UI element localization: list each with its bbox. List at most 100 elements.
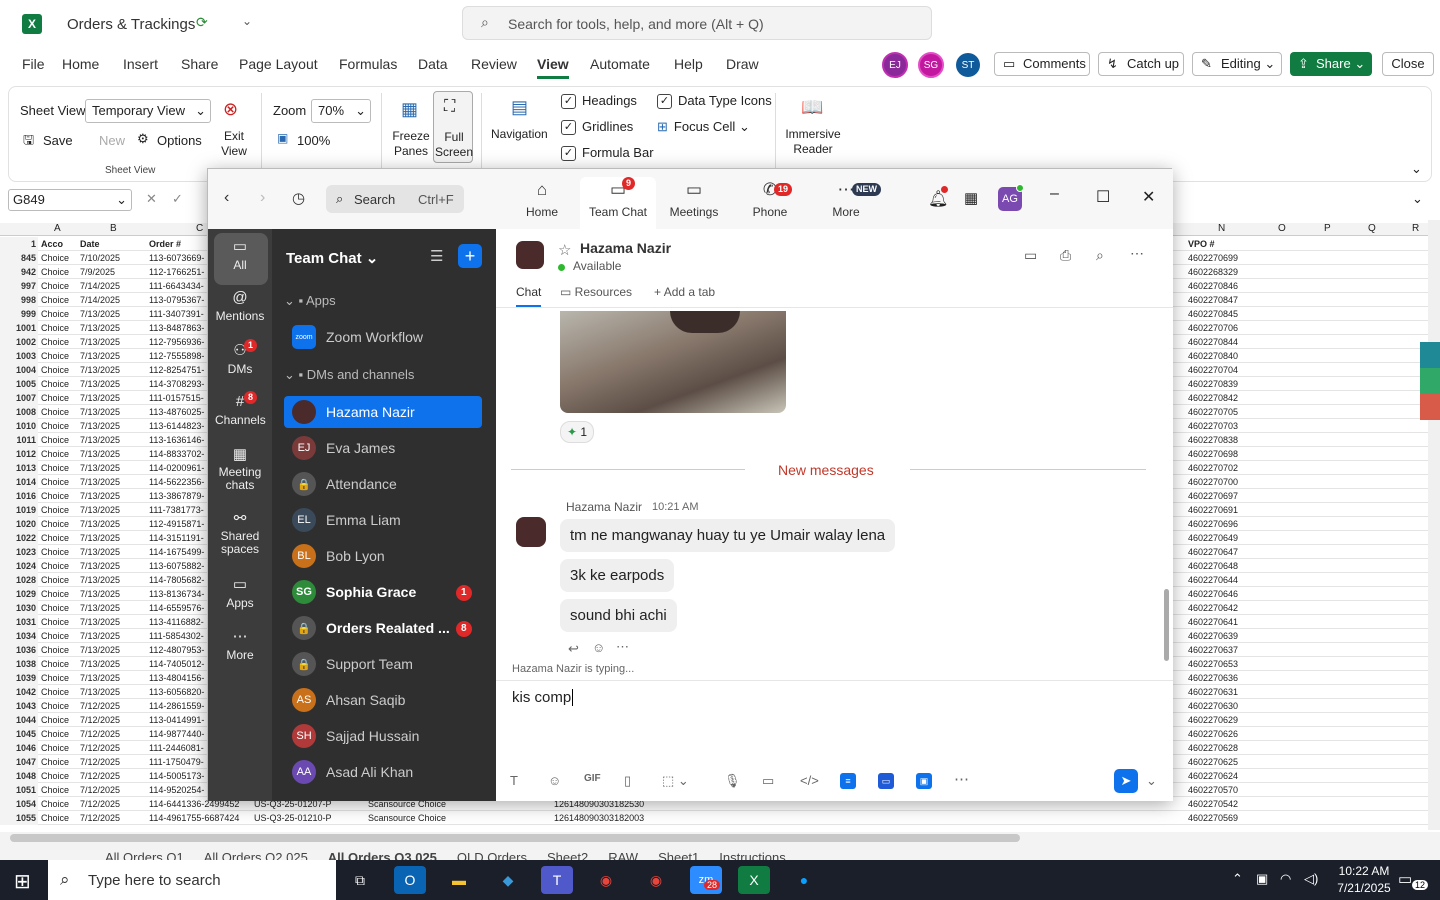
volume-icon[interactable]: ◁) [1304,871,1318,887]
table-cell[interactable]: 7/12/2025 [80,713,120,727]
contact-avatar[interactable] [516,241,544,269]
table-cell[interactable]: 7/13/2025 [80,461,120,475]
list-title[interactable]: Team Chat ⌄ [286,249,378,267]
taskbar-search[interactable]: ⌕ Type here to search [48,860,336,900]
zoom-100-button[interactable]: 100% [297,133,330,148]
gridlines-checkbox[interactable]: ✓ Gridlines [561,119,633,136]
file-icon[interactable]: ▯ [624,773,631,789]
table-cell[interactable]: 111-5854302- [149,629,204,643]
list-item[interactable]: EJ Eva James [284,432,484,464]
table-cell[interactable]: 4602270628 [1188,741,1238,755]
table-cell[interactable]: 114-4961755-6687424 [149,811,239,825]
file-explorer-icon[interactable]: ▬ [443,866,475,894]
list-item[interactable]: Hazama Nazir [284,396,482,428]
avatar-st[interactable]: ST [956,53,980,77]
col-c[interactable]: C [196,223,203,234]
table-cell[interactable]: 114-0200961- [149,461,204,475]
table-cell[interactable]: 7/13/2025 [80,447,120,461]
format-text-icon[interactable]: T [510,773,518,788]
tab-team-chat[interactable]: ▭ Team Chat 9 [580,177,656,229]
zoom-search[interactable]: ⌕ Search Ctrl+F [326,185,464,213]
table-cell[interactable]: Choice [41,419,69,433]
save-view-button[interactable]: Save [43,133,73,148]
windows-start-icon[interactable]: ⊞ [14,869,31,894]
menu-home[interactable]: Home [62,56,99,72]
table-cell[interactable]: 113-6073669- [149,251,204,265]
table-cell[interactable]: 111-6643434- [149,279,204,293]
rail-shared-spaces[interactable]: ⚯ Shared spaces [208,509,272,556]
table-cell[interactable]: 7/13/2025 [80,657,120,671]
message-bubble[interactable]: sound bhi achi [560,599,677,632]
table-cell[interactable]: 114-9877440- [149,727,204,741]
table-cell[interactable]: Choice [41,615,69,629]
table-cell[interactable]: 114-3151191- [149,531,204,545]
table-cell[interactable]: Choice [41,265,69,279]
table-cell[interactable]: 113-6075882- [149,559,204,573]
menu-data[interactable]: Data [418,56,448,72]
table-cell[interactable]: 114-5005173- [149,769,204,783]
table-cell[interactable]: 4602270569 [1188,811,1238,825]
table-cell[interactable]: 114-3708293- [149,377,204,391]
comments-button[interactable]: ▭ Comments [994,52,1090,76]
table-cell[interactable]: 4602270839 [1188,377,1238,391]
table-cell[interactable]: 4602270653 [1188,657,1238,671]
table-cell[interactable]: 126148090303182003 [554,811,644,825]
table-cell[interactable]: 4602270842 [1188,391,1238,405]
filter-icon[interactable]: ☰ [430,247,443,265]
section-apps[interactable]: ⌄ ▪ Apps [284,293,336,309]
table-cell[interactable]: 4602270639 [1188,629,1238,643]
table-cell[interactable]: 4602270847 [1188,293,1238,307]
table-cell[interactable]: Choice [41,531,69,545]
table-cell[interactable]: 7/12/2025 [80,727,120,741]
table-cell[interactable]: Choice [41,251,69,265]
excel-icon[interactable]: X [738,866,770,894]
table-cell[interactable]: 111-0157515- [149,391,204,405]
menu-page-layout[interactable]: Page Layout [239,56,318,72]
list-item[interactable]: 🔒 Attendance [284,468,484,500]
table-cell[interactable]: 114-9520254- [149,783,204,797]
search-icon[interactable]: ⌕ [1096,247,1104,264]
rail-channels[interactable]: # Channels 8 [208,391,272,427]
table-cell[interactable]: Choice [41,741,69,755]
section-dms[interactable]: ⌄ ▪ DMs and channels [284,367,414,383]
app-shortcut-icon[interactable]: ▭ [878,773,894,789]
table-cell[interactable]: 7/13/2025 [80,601,120,615]
table-cell[interactable]: Choice [41,293,69,307]
collapse-ribbon-icon[interactable]: ⌄ [1411,161,1422,177]
table-cell[interactable]: Choice [41,769,69,783]
table-cell[interactable]: 4602270697 [1188,489,1238,503]
list-item[interactable]: AA Asad Ali Khan [284,756,484,788]
table-cell[interactable]: 7/12/2025 [80,797,120,811]
horizontal-scrollbar[interactable] [10,834,1020,842]
more-options-icon[interactable]: ⋯ [1130,245,1144,262]
freeze-panes-button[interactable]: Freeze Panes [387,129,435,159]
table-cell[interactable]: 114-8833702- [149,447,204,461]
table-cell[interactable]: 111-3407391- [149,307,204,321]
table-cell[interactable]: Choice [41,797,69,811]
col-r[interactable]: R [1412,223,1419,234]
table-cell[interactable]: 7/13/2025 [80,391,120,405]
network-alert-icon[interactable]: ▣ [1256,871,1268,887]
table-cell[interactable]: 4602270624 [1188,769,1238,783]
list-item[interactable]: SG Sophia Grace 1 [284,576,484,608]
table-cell[interactable]: Choice [41,545,69,559]
table-cell[interactable]: 113-4116882- [149,615,204,629]
table-cell[interactable]: 114-7805682- [149,573,204,587]
table-cell[interactable]: 7/13/2025 [80,307,120,321]
table-cell[interactable]: 113-6144823- [149,419,204,433]
table-cell[interactable]: Choice [41,363,69,377]
table-cell[interactable]: Scansource Choice [368,811,446,825]
search-box[interactable]: ⌕ Search for tools, help, and more (Alt … [462,6,932,40]
table-cell[interactable]: 7/13/2025 [80,671,120,685]
list-item[interactable]: 🔒 Orders Realated ... 8 [284,612,484,644]
data-type-icons-checkbox[interactable]: ✓ Data Type Icons [657,93,772,110]
header-cell-order[interactable]: Order # [149,237,181,251]
app-shortcut-icon[interactable]: ≡ [840,773,856,789]
table-cell[interactable]: 114-7405012- [149,657,204,671]
table-cell[interactable]: 4602270704 [1188,363,1238,377]
table-cell[interactable]: 113-8487863- [149,321,204,335]
video-message-icon[interactable]: ▭ [762,773,774,789]
menu-formulas[interactable]: Formulas [339,56,397,72]
menu-file[interactable]: File [22,56,45,72]
tab-more[interactable]: ⋯ More NEW [808,179,884,219]
